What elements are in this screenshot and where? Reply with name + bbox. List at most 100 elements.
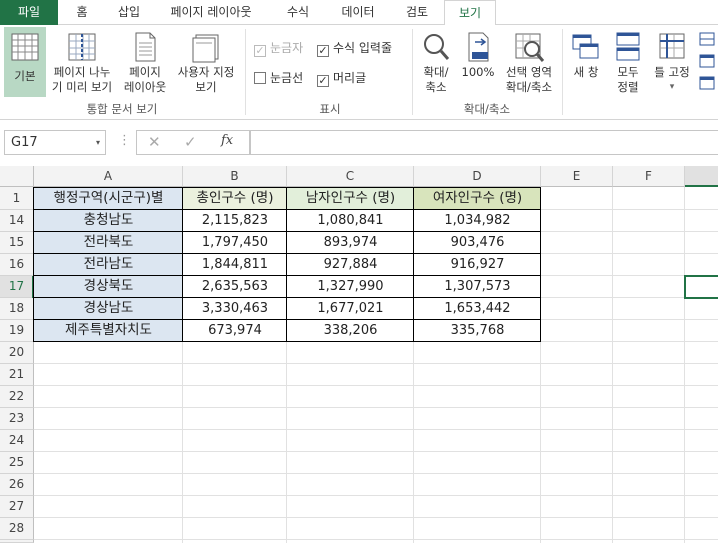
page-break-preview-button[interactable]: 페이지 나누 기 미리 보기 xyxy=(48,27,116,97)
normal-view-label: 기본 xyxy=(14,69,36,83)
table-cell[interactable]: 2,635,563 xyxy=(183,276,287,298)
normal-view-button[interactable]: 기본 xyxy=(4,27,46,97)
tab-review[interactable]: 검토 xyxy=(390,0,444,25)
page-break-preview-icon xyxy=(68,33,96,61)
ruler-label: 눈금자 xyxy=(270,41,304,55)
header-cell-region[interactable]: 행정구역(시군구)별 xyxy=(34,188,183,210)
table-cell[interactable]: 1,677,021 xyxy=(287,298,414,320)
formula-bar: G17 ▾ ⋮ ✕ ✓ fx xyxy=(0,120,718,166)
table-cell[interactable]: 1,797,450 xyxy=(183,232,287,254)
custom-views-button[interactable]: 사용자 지정 보기 xyxy=(172,27,240,97)
group-separator xyxy=(245,29,246,115)
name-box[interactable]: G17 ▾ xyxy=(4,130,106,155)
table-cell[interactable]: 경상북도 xyxy=(34,276,183,298)
arrange-all-button[interactable]: 모두 정렬 xyxy=(608,27,648,97)
freeze-panes-button[interactable]: 틀 고정 ▾ xyxy=(650,27,694,97)
table-cell[interactable]: 673,974 xyxy=(183,320,287,342)
zoom-to-selection-icon xyxy=(515,33,545,62)
header-cell-total[interactable]: 총인구수 (명) xyxy=(183,188,287,210)
tab-insert[interactable]: 삽입 xyxy=(106,0,152,25)
insert-function-icon[interactable]: fx xyxy=(221,133,233,148)
table-cell[interactable]: 1,844,811 xyxy=(183,254,287,276)
row-header-21[interactable]: 21 xyxy=(0,364,34,386)
row-header-19[interactable]: 19 xyxy=(0,320,34,342)
row-header-17[interactable]: 17 xyxy=(0,276,34,298)
headings-checkbox[interactable]: ✓ 머리글 xyxy=(317,69,366,87)
tab-file[interactable]: 파일 xyxy=(0,0,58,25)
row-header-16[interactable]: 16 xyxy=(0,254,34,276)
headings-label: 머리글 xyxy=(333,71,367,85)
row-header-24[interactable]: 24 xyxy=(0,430,34,452)
table-cell[interactable]: 전라북도 xyxy=(34,232,183,254)
table-cell[interactable]: 1,080,841 xyxy=(287,210,414,232)
column-header-f[interactable]: F xyxy=(613,166,685,187)
zoom-button[interactable]: 확대/ 축소 xyxy=(416,27,456,97)
gridlines-checkbox[interactable]: 눈금선 xyxy=(254,69,303,86)
column-header-e[interactable]: E xyxy=(541,166,613,187)
row-header-22[interactable]: 22 xyxy=(0,386,34,408)
ruler-checkbox[interactable]: ✓ 눈금자 xyxy=(254,39,303,57)
table-cell[interactable]: 335,768 xyxy=(414,320,541,342)
tab-home[interactable]: 홈 xyxy=(58,0,106,25)
row-header-25[interactable]: 25 xyxy=(0,452,34,474)
row-header-28[interactable]: 28 xyxy=(0,518,34,540)
column-header-d[interactable]: D xyxy=(414,166,541,187)
formula-bar-checkbox[interactable]: ✓ 수식 입력줄 xyxy=(317,39,392,57)
table-cell[interactable]: 1,653,442 xyxy=(414,298,541,320)
tab-page-layout[interactable]: 페이지 레이아웃 xyxy=(152,0,270,25)
zoom-100-button[interactable]: 100% xyxy=(458,27,498,97)
table-cell[interactable]: 제주특별자치도 xyxy=(34,320,183,342)
row-header-18[interactable]: 18 xyxy=(0,298,34,320)
tab-formulas[interactable]: 수식 xyxy=(270,0,326,25)
table-cell[interactable]: 1,307,573 xyxy=(414,276,541,298)
table-cell[interactable]: 충청남도 xyxy=(34,210,183,232)
enter-icon[interactable]: ✓ xyxy=(184,133,197,151)
new-window-button[interactable]: 새 창 xyxy=(566,27,606,97)
header-cell-male[interactable]: 남자인구수 (명) xyxy=(287,188,414,210)
split-hide-unhide-icons[interactable] xyxy=(698,31,718,95)
freeze-panes-label: 틀 고정 xyxy=(654,65,690,79)
header-cell-female[interactable]: 여자인구수 (명) xyxy=(414,188,541,210)
table-cell[interactable]: 경상남도 xyxy=(34,298,183,320)
table-cell[interactable]: 338,206 xyxy=(287,320,414,342)
name-box-value: G17 xyxy=(11,135,38,150)
table-cell[interactable]: 903,476 xyxy=(414,232,541,254)
table-cell[interactable]: 전라남도 xyxy=(34,254,183,276)
checkbox-checked-icon: ✓ xyxy=(254,44,266,57)
page-layout-view-button[interactable]: 페이지 레이아웃 xyxy=(120,27,170,97)
new-window-icon xyxy=(572,34,599,59)
column-header-g[interactable]: G xyxy=(685,166,718,187)
row-header-26[interactable]: 26 xyxy=(0,474,34,496)
arrange-all-label-1: 모두 xyxy=(617,65,639,79)
tab-data[interactable]: 데이터 xyxy=(326,0,390,25)
tab-view[interactable]: 보기 xyxy=(444,0,496,26)
column-header-b[interactable]: B xyxy=(183,166,287,187)
ribbon: 기본 페이지 나누 기 미리 보기 페이지 레이아웃 사용자 지정 보기 통합 … xyxy=(0,25,718,120)
page-layout-icon xyxy=(135,32,156,62)
row-header-15[interactable]: 15 xyxy=(0,232,34,254)
table-cell[interactable]: 893,974 xyxy=(287,232,414,254)
checkbox-checked-icon: ✓ xyxy=(317,44,329,57)
table-cell[interactable]: 1,034,982 xyxy=(414,210,541,232)
custom-views-label-1: 사용자 지정 xyxy=(177,65,235,79)
row-header-1[interactable]: 1 xyxy=(0,187,34,210)
cancel-icon[interactable]: ✕ xyxy=(148,133,161,151)
worksheet-grid[interactable]: A B C D E F G 1 14 15 16 17 18 19 20 21 … xyxy=(0,166,718,543)
row-header-27[interactable]: 27 xyxy=(0,496,34,518)
active-cell-g17[interactable] xyxy=(684,275,718,299)
zoom-to-selection-button[interactable]: 선택 영역 확대/축소 xyxy=(500,27,558,97)
name-box-dropdown-icon[interactable]: ▾ xyxy=(96,131,100,154)
table-cell[interactable]: 2,115,823 xyxy=(183,210,287,232)
row-header-23[interactable]: 23 xyxy=(0,408,34,430)
column-header-a[interactable]: A xyxy=(34,166,183,187)
select-all-corner[interactable] xyxy=(0,166,34,187)
row-header-20[interactable]: 20 xyxy=(0,342,34,364)
formula-input[interactable] xyxy=(250,130,718,155)
arrange-all-label-2: 정렬 xyxy=(617,80,639,94)
table-cell[interactable]: 1,327,990 xyxy=(287,276,414,298)
table-cell[interactable]: 3,330,463 xyxy=(183,298,287,320)
column-header-c[interactable]: C xyxy=(287,166,414,187)
table-cell[interactable]: 916,927 xyxy=(414,254,541,276)
table-cell[interactable]: 927,884 xyxy=(287,254,414,276)
row-header-14[interactable]: 14 xyxy=(0,210,34,232)
